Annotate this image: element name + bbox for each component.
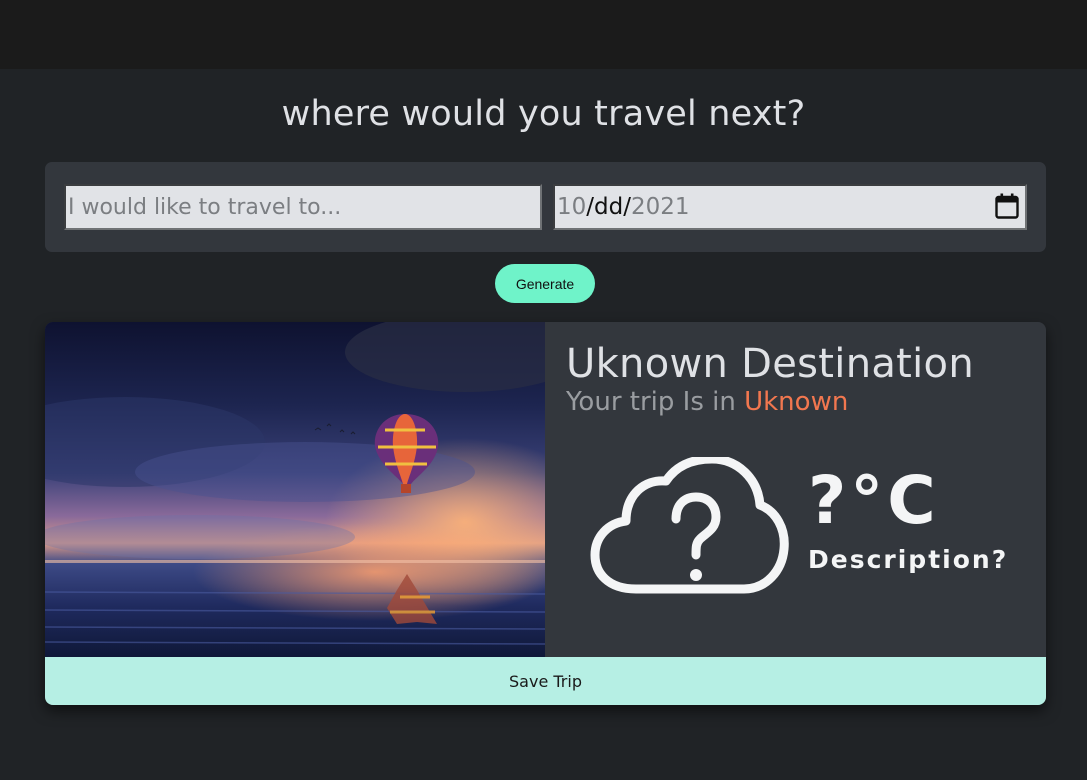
date-separator: / [623, 194, 631, 220]
date-month: 10 [557, 194, 587, 220]
trip-location: Uknown [744, 387, 849, 417]
calendar-icon[interactable] [995, 193, 1019, 219]
save-trip-button[interactable]: Save Trip [45, 657, 1046, 705]
cloud-question-icon [590, 457, 789, 594]
date-day: dd [594, 194, 624, 220]
page-title: where would you travel next? [281, 94, 806, 134]
trip-location-line: Your trip Is in Uknown [566, 387, 848, 417]
top-bar [0, 0, 1087, 69]
search-form: 10/dd/2021 [45, 162, 1046, 252]
destination-image [45, 322, 545, 657]
trip-card: Uknown Destination Your trip Is in Uknow… [45, 322, 1046, 705]
destination-title: Uknown Destination [566, 341, 974, 387]
generate-button[interactable]: Generate [495, 264, 595, 303]
trip-prefix: Your trip Is in [566, 387, 745, 417]
date-separator: / [586, 194, 595, 220]
date-year: 2021 [630, 194, 690, 220]
weather-description: Description? [808, 545, 1009, 574]
temperature: ?°C [808, 462, 940, 539]
destination-input[interactable] [64, 184, 542, 230]
date-input[interactable]: 10/dd/2021 [553, 184, 1027, 230]
